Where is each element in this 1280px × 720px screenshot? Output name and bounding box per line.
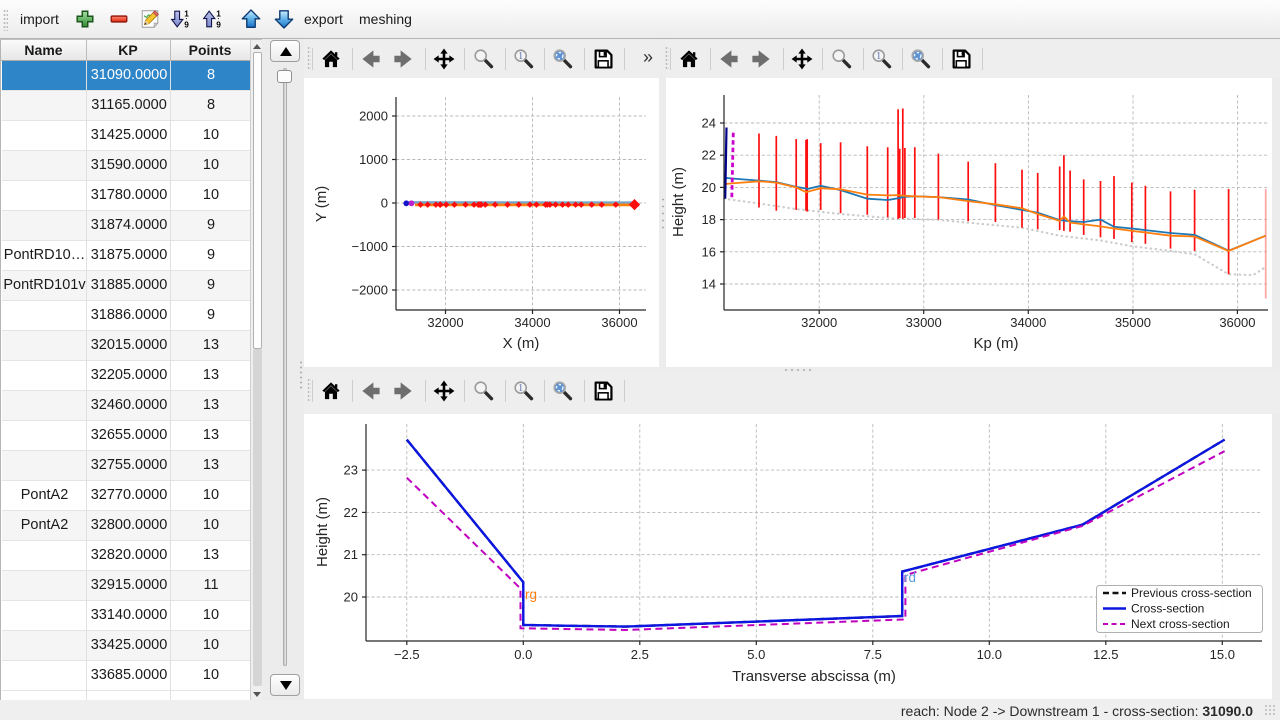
svg-text:rg: rg <box>525 587 537 602</box>
svg-text:36000: 36000 <box>601 315 637 330</box>
svg-text:Kp (m): Kp (m) <box>974 335 1019 352</box>
svg-text:32000: 32000 <box>427 315 463 330</box>
svg-text:−2000: −2000 <box>351 283 388 298</box>
svg-text:15.0: 15.0 <box>1210 647 1235 662</box>
svg-text:18: 18 <box>702 212 716 227</box>
svg-text:Cross-section: Cross-section <box>1131 602 1204 616</box>
svg-text:22: 22 <box>344 505 358 520</box>
svg-text:Next cross-section: Next cross-section <box>1131 617 1230 631</box>
svg-text:34000: 34000 <box>1010 315 1046 330</box>
svg-text:5.0: 5.0 <box>747 647 765 662</box>
svg-text:Previous cross-section: Previous cross-section <box>1131 586 1252 600</box>
svg-text:14: 14 <box>702 277 716 292</box>
svg-text:35000: 35000 <box>1115 315 1151 330</box>
svg-text:Height (m): Height (m) <box>670 167 687 237</box>
svg-text:−2.5: −2.5 <box>394 647 420 662</box>
svg-text:2000: 2000 <box>359 109 388 124</box>
svg-text:rd: rd <box>904 570 916 585</box>
svg-text:21: 21 <box>344 547 358 562</box>
svg-text:Height (m): Height (m) <box>314 497 331 567</box>
svg-text:1000: 1000 <box>359 152 388 167</box>
svg-text:0: 0 <box>381 196 388 211</box>
svg-text:−1000: −1000 <box>351 239 388 254</box>
svg-text:33000: 33000 <box>906 315 942 330</box>
svg-text:12.5: 12.5 <box>1093 647 1118 662</box>
svg-text:10.0: 10.0 <box>977 647 1002 662</box>
svg-text:X (m): X (m) <box>503 335 540 352</box>
svg-text:32000: 32000 <box>801 315 837 330</box>
svg-text:24: 24 <box>702 116 716 131</box>
svg-text:0.0: 0.0 <box>514 647 532 662</box>
svg-text:16: 16 <box>702 244 716 259</box>
svg-text:Transverse abscissa (m): Transverse abscissa (m) <box>732 668 896 685</box>
svg-text:22: 22 <box>702 148 716 163</box>
svg-text:20: 20 <box>702 180 716 195</box>
svg-text:36000: 36000 <box>1219 315 1255 330</box>
svg-text:34000: 34000 <box>514 315 550 330</box>
svg-text:7.5: 7.5 <box>864 647 882 662</box>
svg-text:23: 23 <box>344 463 358 478</box>
svg-text:Y (m): Y (m) <box>313 186 330 222</box>
svg-text:20: 20 <box>344 590 358 605</box>
svg-text:2.5: 2.5 <box>631 647 649 662</box>
